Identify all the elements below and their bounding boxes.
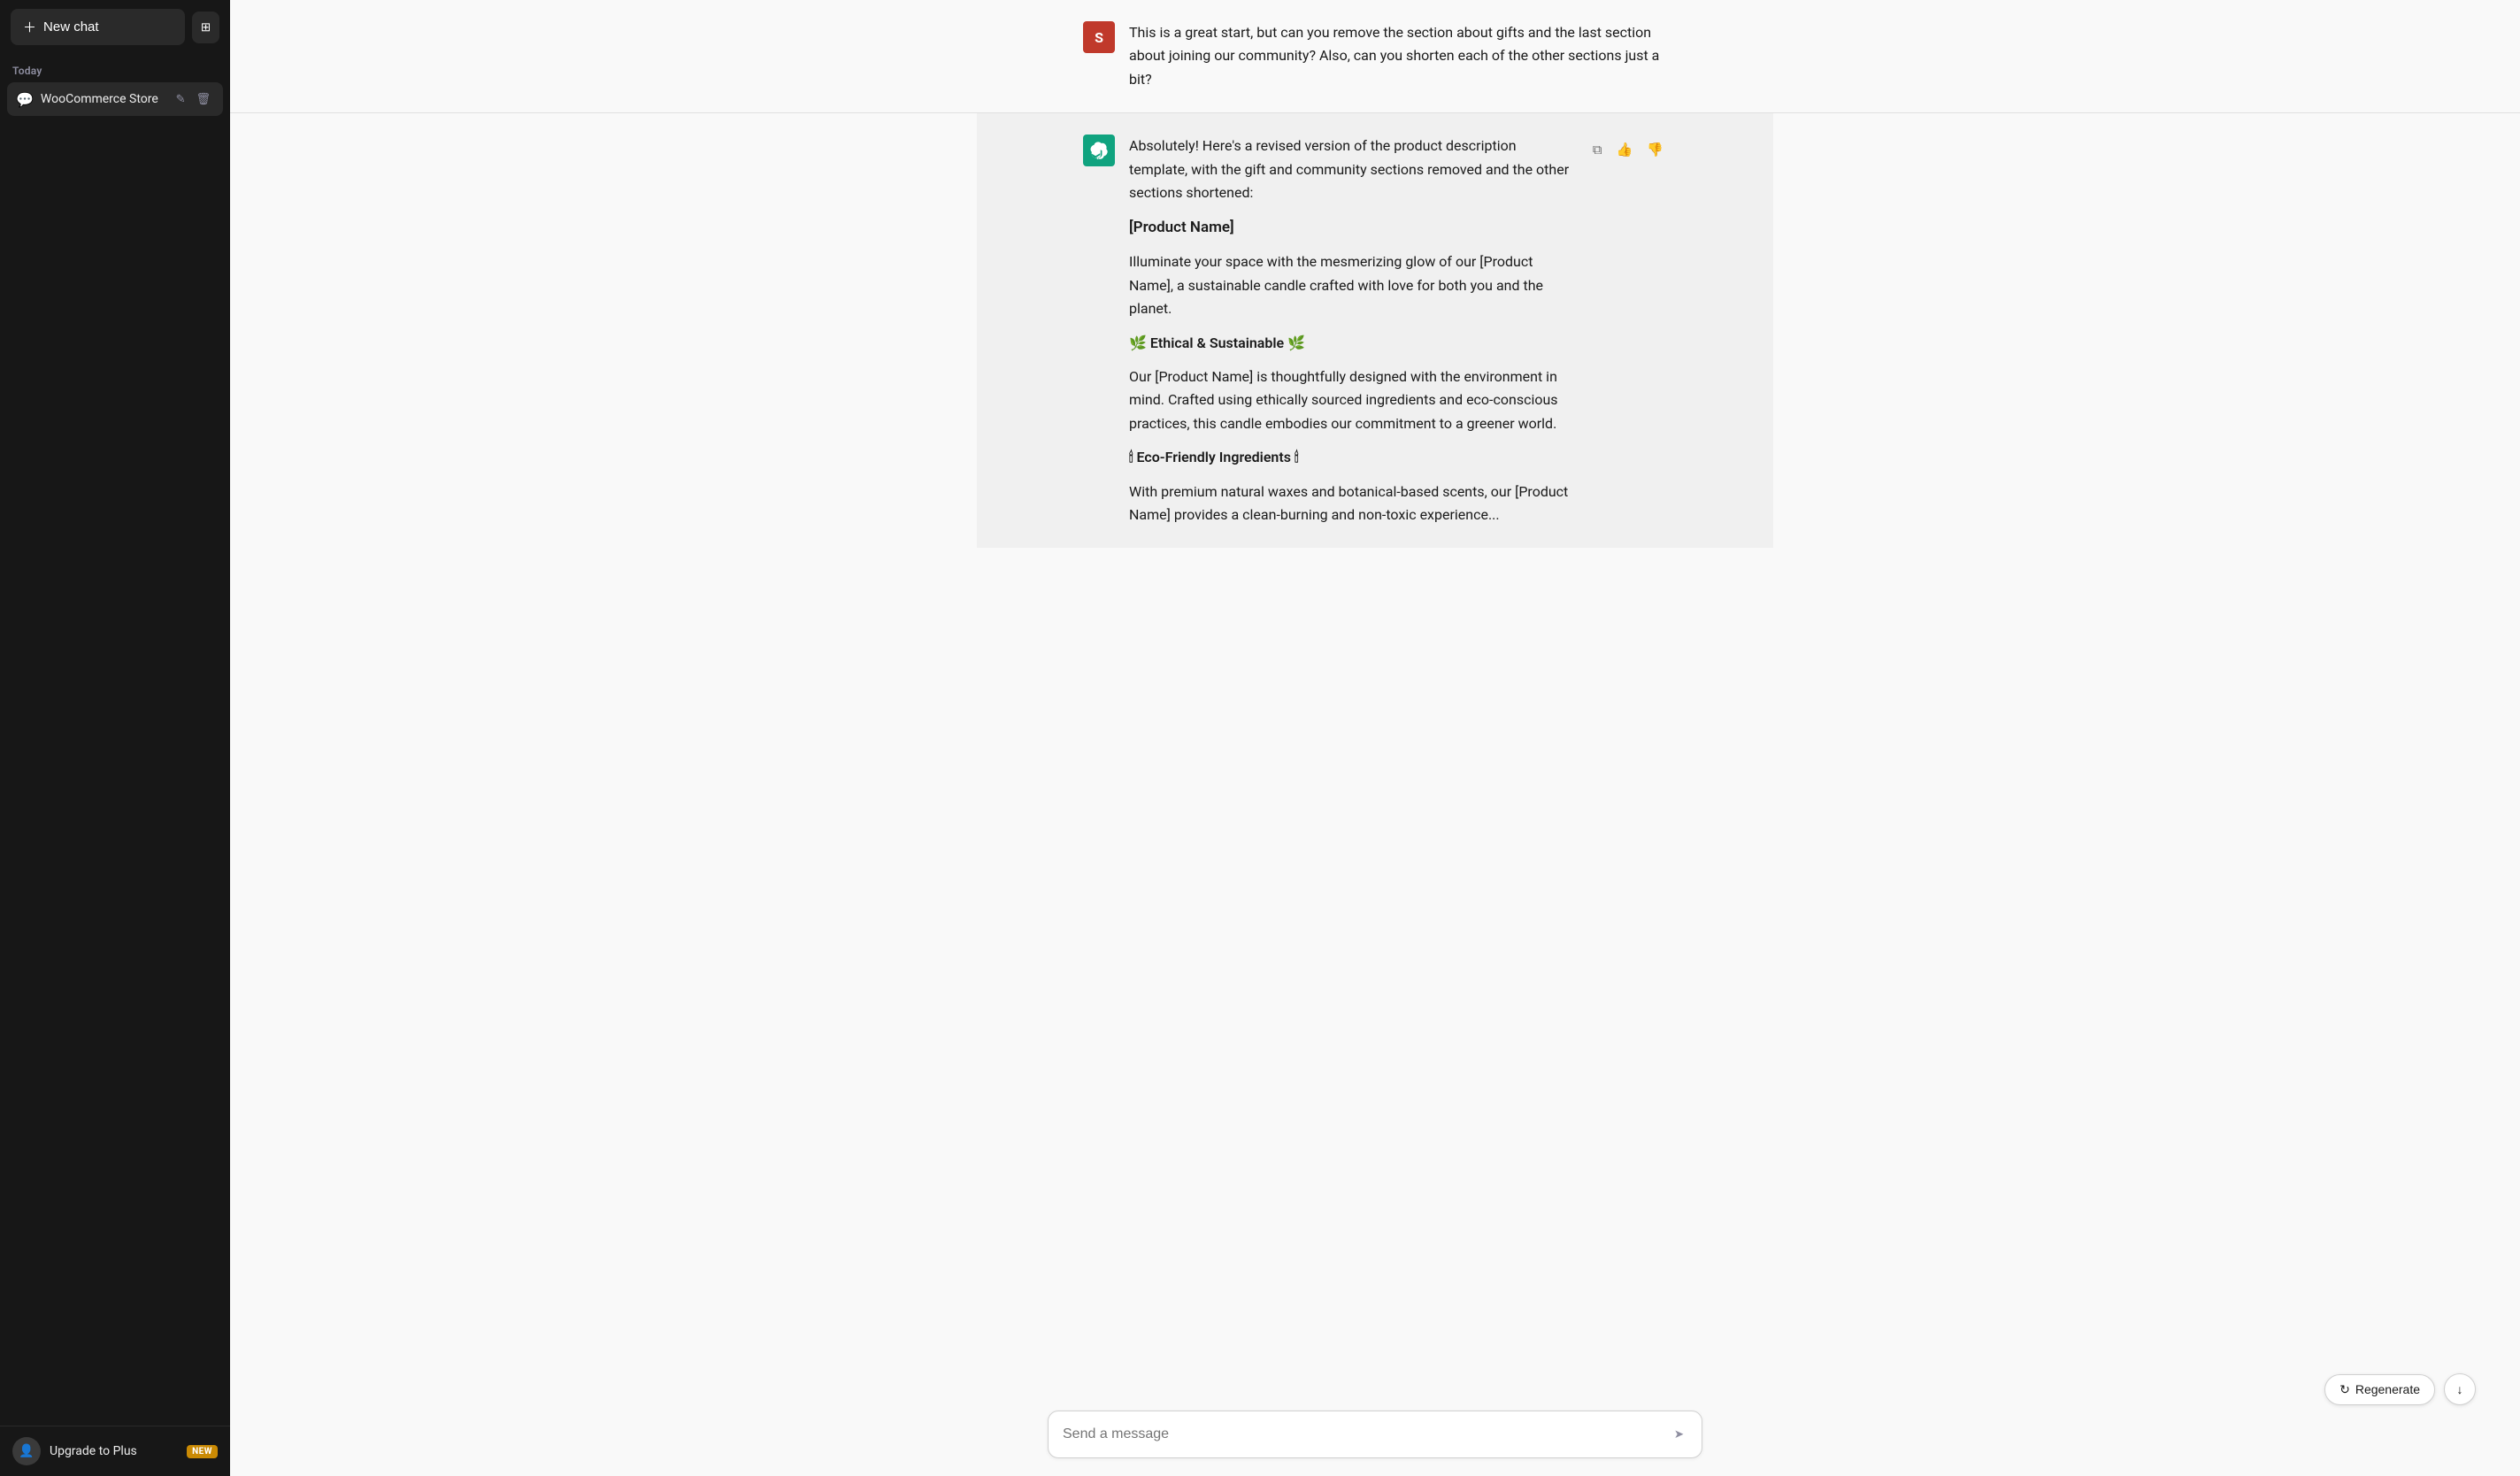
send-button[interactable]: ➤ (1671, 1424, 1687, 1445)
chat-item-label: WooCommerce Store (41, 92, 165, 106)
user-message: S This is a great start, but can you rem… (977, 0, 1773, 112)
today-label: Today (0, 54, 230, 82)
user-icon: 👤 (19, 1444, 34, 1458)
sidebar: ＋ New chat ⊞ Today 💬 WooCommerce Store ✎… (0, 0, 230, 1476)
section-1-heading: 🌿 Ethical & Sustainable 🌿 (1129, 332, 1575, 355)
message-input[interactable] (1063, 1426, 1671, 1442)
new-chat-button[interactable]: ＋ New chat (11, 9, 185, 45)
upgrade-label: Upgrade to Plus (50, 1444, 178, 1458)
section-2-heading: 🕯 Eco-Friendly Ingredients 🕯 (1129, 446, 1575, 469)
delete-chat-button[interactable]: 🗑 (192, 90, 214, 108)
scroll-down-button[interactable]: ↓ (2444, 1373, 2476, 1405)
section-2-body: With premium natural waxes and botanical… (1129, 480, 1575, 527)
main-content: S This is a great start, but can you rem… (230, 0, 2520, 1476)
new-chat-label: New chat (43, 19, 99, 35)
section-1-body: Our [Product Name] is thoughtfully desig… (1129, 365, 1575, 435)
regenerate-label: Regenerate (2355, 1382, 2420, 1396)
chat-item-actions: ✎ 🗑 (173, 90, 214, 108)
user-avatar: S (1083, 21, 1115, 53)
regenerate-button[interactable]: ↻ Regenerate (2324, 1374, 2435, 1405)
chat-item-woocommerce[interactable]: 💬 WooCommerce Store ✎ 🗑 (7, 82, 223, 116)
input-container: ➤ (977, 1411, 1773, 1476)
product-name: [Product Name] (1129, 215, 1575, 240)
chat-icon: 💬 (16, 91, 34, 108)
floating-controls: ↻ Regenerate ↓ (2324, 1373, 2476, 1405)
sidebar-top: ＋ New chat ⊞ (0, 0, 230, 54)
copy-button[interactable]: ⧉ (1589, 139, 1606, 161)
edit-chat-button[interactable]: ✎ (173, 90, 189, 108)
new-badge: NEW (187, 1445, 218, 1458)
user-message-text: This is a great start, but can you remov… (1129, 21, 1667, 91)
plus-icon: ＋ (23, 18, 36, 36)
thumbs-down-button[interactable]: 👎 (1643, 138, 1667, 161)
send-icon: ➤ (1674, 1427, 1684, 1441)
thumbs-up-button[interactable]: 👍 (1613, 138, 1637, 161)
toggle-sidebar-button[interactable]: ⊞ (192, 12, 219, 43)
assistant-message-content: Absolutely! Here's a revised version of … (1129, 135, 1575, 527)
assistant-intro: Absolutely! Here's a revised version of … (1129, 135, 1575, 204)
regenerate-icon: ↻ (2339, 1382, 2350, 1397)
chat-list: 💬 WooCommerce Store ✎ 🗑 (0, 82, 230, 1426)
scroll-down-icon: ↓ (2457, 1382, 2463, 1396)
input-box: ➤ (1048, 1411, 1702, 1458)
message-actions: ⧉ 👍 👎 (1589, 135, 1667, 161)
user-message-content: This is a great start, but can you remov… (1129, 21, 1667, 91)
messages-area: S This is a great start, but can you rem… (230, 0, 2520, 1411)
toggle-icon: ⊞ (201, 20, 211, 35)
assistant-message: Absolutely! Here's a revised version of … (977, 113, 1773, 548)
avatar: 👤 (12, 1437, 41, 1465)
product-intro: Illuminate your space with the mesmerizi… (1129, 250, 1575, 320)
sidebar-footer[interactable]: 👤 Upgrade to Plus NEW (0, 1426, 230, 1476)
assistant-avatar (1083, 135, 1115, 166)
